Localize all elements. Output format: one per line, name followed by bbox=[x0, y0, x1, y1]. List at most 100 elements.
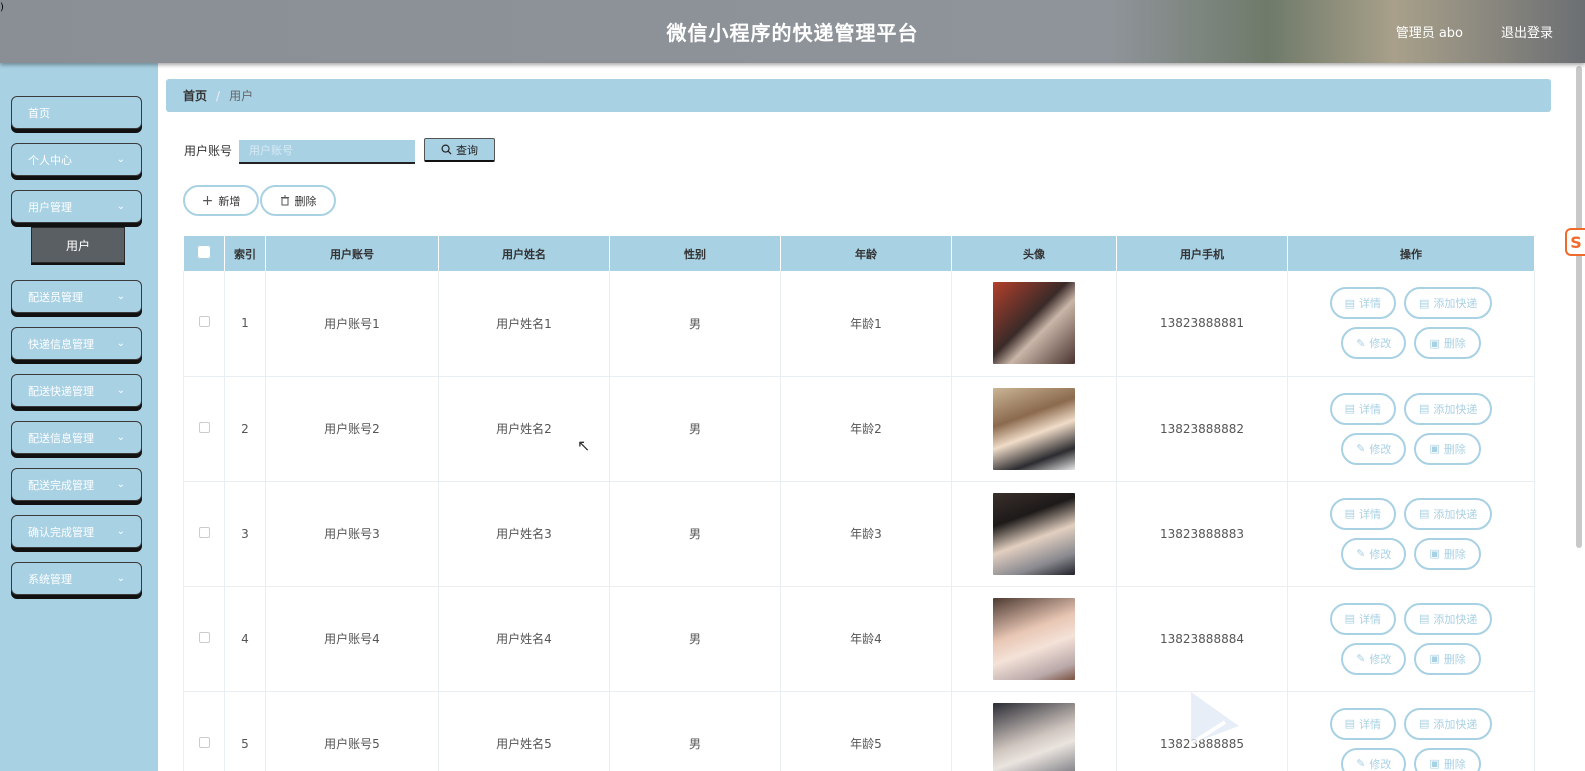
row-delete-button[interactable]: ▣ 删除 bbox=[1414, 327, 1481, 360]
detail-label: 详情 bbox=[1359, 717, 1381, 731]
detail-label: 详情 bbox=[1359, 507, 1381, 521]
search-input[interactable] bbox=[239, 140, 415, 164]
sidebar-item-courier-management[interactable]: 配送员管理 ⌄ bbox=[11, 280, 142, 313]
add-button-label: 新增 bbox=[218, 194, 241, 208]
add-express-button[interactable]: ▤ 添加快递 bbox=[1404, 707, 1493, 740]
sidebar-item-label: 配送信息管理 bbox=[28, 431, 94, 445]
cell-age: 年龄1 bbox=[780, 271, 952, 377]
cell-gender: 男 bbox=[609, 271, 781, 377]
chevron-down-icon: ⌄ bbox=[116, 526, 125, 537]
row-delete-button[interactable]: ▣ 删除 bbox=[1414, 537, 1481, 570]
sidebar-item-delivery-complete[interactable]: 配送完成管理 ⌄ bbox=[11, 468, 142, 501]
sidebar-item-home[interactable]: 首页 bbox=[11, 96, 142, 129]
sidebar-item-express-info[interactable]: 快递信息管理 ⌄ bbox=[11, 327, 142, 360]
document-icon: ▤ bbox=[1419, 402, 1430, 415]
logout-link[interactable]: 退出登录 bbox=[1501, 22, 1553, 41]
pencil-icon: ✎ bbox=[1356, 547, 1366, 560]
detail-button[interactable]: ▤ 详情 bbox=[1329, 707, 1396, 740]
detail-button[interactable]: ▤ 详情 bbox=[1329, 497, 1396, 530]
sidebar-item-delivery-express[interactable]: 配送快递管理 ⌄ bbox=[11, 374, 142, 407]
trash-icon: ▣ bbox=[1429, 336, 1440, 350]
sidebar-subitem-users[interactable]: 用户 bbox=[31, 227, 125, 263]
row-delete-button[interactable]: ▣ 删除 bbox=[1414, 432, 1481, 465]
select-all-cell bbox=[183, 236, 225, 271]
sidebar-item-label: 快递信息管理 bbox=[28, 337, 94, 351]
table-header-row: 索引 用户账号 用户姓名 性别 年龄 头像 用户手机 操作 bbox=[183, 236, 1535, 271]
breadcrumb-home[interactable]: 首页 bbox=[183, 87, 207, 104]
avatar bbox=[993, 282, 1075, 365]
sidebar-item-confirm-complete[interactable]: 确认完成管理 ⌄ bbox=[11, 515, 142, 548]
detail-label: 详情 bbox=[1359, 402, 1381, 416]
edit-label: 修改 bbox=[1369, 337, 1392, 351]
cell-phone: 13823888882 bbox=[1116, 376, 1288, 482]
edit-button[interactable]: ✎ 修改 bbox=[1341, 537, 1407, 570]
trash-icon bbox=[280, 195, 289, 206]
delete-button-label: 删除 bbox=[294, 194, 317, 208]
add-express-button[interactable]: ▤ 添加快递 bbox=[1404, 392, 1493, 425]
cell-index: 4 bbox=[224, 586, 266, 692]
chevron-down-icon: ⌄ bbox=[116, 154, 125, 165]
column-header: 头像 bbox=[951, 236, 1117, 271]
document-icon: ▤ bbox=[1344, 717, 1355, 730]
cell-index: 2 bbox=[224, 376, 266, 482]
cell-name: 用户姓名1 bbox=[438, 271, 610, 377]
select-all-checkbox[interactable] bbox=[197, 246, 210, 258]
sidebar-item-label: 个人中心 bbox=[28, 153, 72, 167]
cell-account: 用户账号2 bbox=[265, 376, 439, 482]
row-checkbox[interactable] bbox=[198, 526, 210, 538]
avatar bbox=[993, 387, 1075, 470]
cell-account: 用户账号5 bbox=[265, 691, 439, 771]
document-icon: ▤ bbox=[1344, 612, 1355, 625]
add-express-label: 添加快递 bbox=[1433, 507, 1478, 521]
pencil-icon: ✎ bbox=[1356, 652, 1366, 665]
chevron-down-icon: ⌄ bbox=[116, 201, 125, 212]
sidebar-item-label: 确认完成管理 bbox=[28, 525, 94, 539]
cell-account: 用户账号3 bbox=[265, 481, 439, 587]
cell-name: 用户姓名4 bbox=[438, 586, 610, 692]
detail-button[interactable]: ▤ 详情 bbox=[1329, 602, 1396, 635]
breadcrumb-current: 用户 bbox=[229, 89, 254, 103]
row-actions: ▤ 详情 ▤ 添加快递 ✎ 修改 ▣ 删除 bbox=[1288, 602, 1534, 675]
delete-button[interactable]: 删除 bbox=[260, 185, 336, 216]
add-express-button[interactable]: ▤ 添加快递 bbox=[1404, 602, 1493, 635]
sidebar-item-system-management[interactable]: 系统管理 ⌄ bbox=[11, 562, 142, 595]
add-express-button[interactable]: ▤ 添加快递 bbox=[1404, 497, 1493, 530]
row-checkbox[interactable] bbox=[198, 736, 210, 748]
row-delete-button[interactable]: ▣ 删除 bbox=[1414, 642, 1481, 675]
search-button[interactable]: 查询 bbox=[424, 138, 495, 162]
cell-phone: 13823888881 bbox=[1116, 271, 1288, 377]
detail-button[interactable]: ▤ 详情 bbox=[1329, 287, 1396, 320]
table-row: 2 用户账号2 用户姓名2 男 年龄2 13823888882 ▤ 详情 ▤ 添加快… bbox=[183, 376, 1535, 482]
sidebar-item-label: 配送快递管理 bbox=[28, 384, 94, 398]
column-header: 操作 bbox=[1287, 236, 1535, 271]
vertical-scrollbar[interactable] bbox=[1576, 66, 1582, 548]
edit-label: 修改 bbox=[1369, 652, 1392, 666]
row-checkbox[interactable] bbox=[198, 316, 210, 328]
chevron-down-icon: ⌄ bbox=[116, 291, 125, 302]
document-icon: ▤ bbox=[1419, 296, 1430, 310]
column-header: 用户账号 bbox=[265, 236, 439, 271]
edit-button[interactable]: ✎ 修改 bbox=[1341, 432, 1407, 465]
document-icon: ▤ bbox=[1419, 507, 1430, 520]
add-express-button[interactable]: ▤ 添加快递 bbox=[1404, 287, 1493, 320]
cell-index: 1 bbox=[224, 271, 266, 377]
add-button[interactable]: + 新增 bbox=[183, 185, 259, 216]
row-delete-button[interactable]: ▣ 删除 bbox=[1414, 747, 1481, 771]
search-button-label: 查询 bbox=[456, 143, 478, 157]
detail-button[interactable]: ▤ 详情 bbox=[1329, 392, 1396, 425]
row-checkbox[interactable] bbox=[198, 631, 210, 643]
trash-icon: ▣ bbox=[1429, 757, 1440, 770]
sidebar-item-label: 用户管理 bbox=[28, 200, 72, 214]
edit-button[interactable]: ✎ 修改 bbox=[1341, 747, 1407, 771]
row-checkbox[interactable] bbox=[198, 421, 210, 433]
edit-button[interactable]: ✎ 修改 bbox=[1341, 642, 1407, 675]
table-row: 3 用户账号3 用户姓名3 男 年龄3 13823888883 ▤ 详情 ▤ 添加快… bbox=[183, 481, 1535, 587]
chevron-down-icon: ⌄ bbox=[116, 385, 125, 396]
edit-button[interactable]: ✎ 修改 bbox=[1341, 327, 1407, 360]
sidebar-item-personal-center[interactable]: 个人中心 ⌄ bbox=[11, 143, 142, 176]
pencil-icon: ✎ bbox=[1356, 336, 1366, 350]
cell-account: 用户账号1 bbox=[265, 271, 439, 377]
sidebar-item-delivery-info[interactable]: 配送信息管理 ⌄ bbox=[11, 421, 142, 454]
input-method-icon[interactable]: S bbox=[1565, 228, 1585, 256]
sidebar-item-user-management[interactable]: 用户管理 ⌄ bbox=[11, 190, 142, 223]
